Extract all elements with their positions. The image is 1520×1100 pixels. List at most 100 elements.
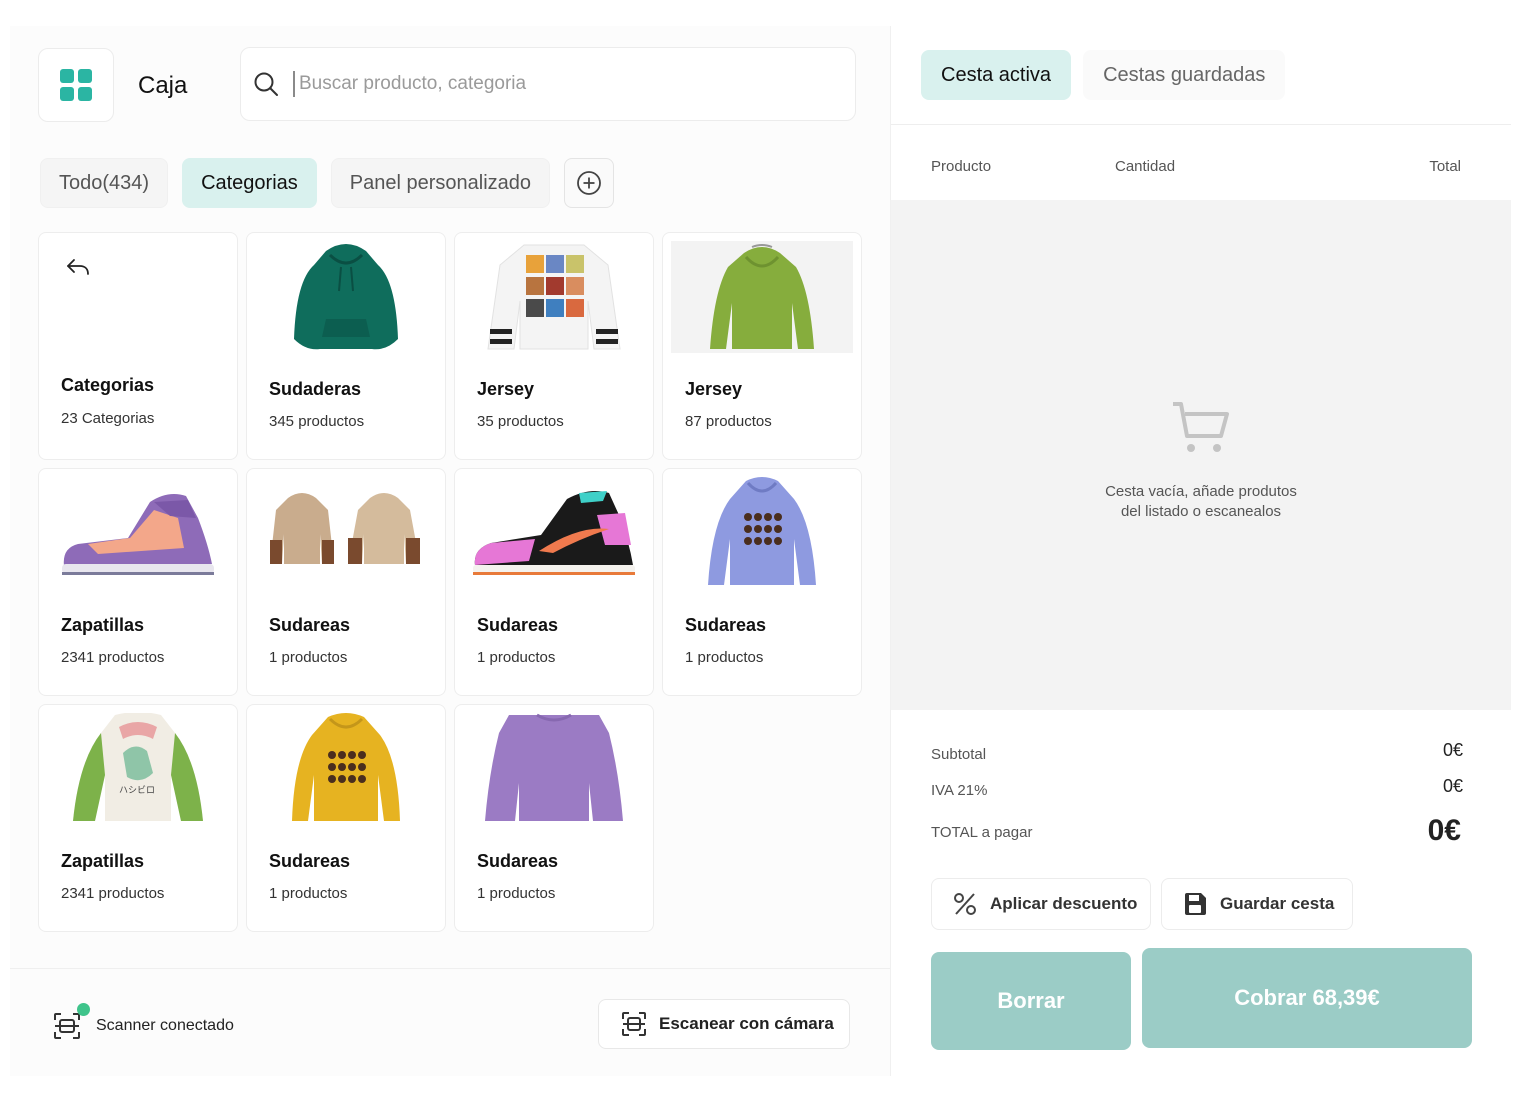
catalog-footer: Scanner conectado Escanear con cámara <box>10 968 890 1076</box>
column-header-product: Producto <box>931 158 992 175</box>
sneaker-black-pink-image <box>463 477 645 589</box>
column-header-quantity: Cantidad <box>1115 158 1176 175</box>
empty-cart-line2: del listado o escanealos <box>1120 503 1282 520</box>
card-name: Sudareas <box>477 851 559 871</box>
catalog-panel: Caja Todo(434) Categorias Panel personal… <box>10 26 890 1076</box>
category-card[interactable]: Sudareas 1 productos <box>246 704 446 932</box>
card-name: Sudareas <box>269 851 351 871</box>
barcode-scanner-icon <box>52 1003 90 1041</box>
save-cart-button[interactable]: Guardar cesta <box>1161 878 1353 930</box>
tax-label: IVA 21% <box>931 782 988 799</box>
search-icon <box>254 72 278 96</box>
tab-categories[interactable]: Categorias <box>182 158 317 208</box>
clear-button[interactable]: Borrar <box>931 952 1131 1050</box>
card-count: 1 productos <box>685 649 764 666</box>
category-card[interactable]: Sudaderas 345 productos <box>246 232 446 460</box>
tab-all[interactable]: Todo(434) <box>40 158 169 208</box>
shopping-cart-icon <box>1173 402 1229 452</box>
category-card[interactable]: Zapatillas 2341 productos <box>38 468 238 696</box>
tab-saved-carts[interactable]: Cestas guardadas <box>1083 50 1286 100</box>
svg-text:ハシビロ: ハシビロ <box>119 785 155 796</box>
category-card[interactable]: Sudareas 1 productos <box>454 704 654 932</box>
sweatshirt-white-print-image <box>463 241 645 353</box>
page-title: Caja <box>138 72 188 99</box>
hoodie-lavender-image <box>671 477 853 589</box>
add-tab-button[interactable] <box>564 158 615 208</box>
card-name: Sudareas <box>685 615 767 635</box>
card-name: Jersey <box>477 379 535 399</box>
cart-panel: Cesta activa Cestas guardadas Producto C… <box>890 26 1511 1076</box>
tax-row: IVA 21% 0€ <box>931 776 1463 812</box>
category-card[interactable]: Sudareas 1 productos <box>246 468 446 696</box>
apps-menu-button[interactable] <box>38 48 114 122</box>
sweater-purple-image <box>463 713 645 825</box>
category-card[interactable]: Jersey 35 productos <box>454 232 654 460</box>
card-count: 1 productos <box>477 649 556 666</box>
subtotal-value: 0€ <box>1442 740 1463 760</box>
apply-discount-button[interactable]: Aplicar descuento <box>931 878 1151 930</box>
card-name: Sudaderas <box>269 379 362 399</box>
scan-with-camera-label: Escanear con cámara <box>659 1014 834 1033</box>
category-card[interactable]: Sudareas 1 productos <box>454 468 654 696</box>
total-row: TOTAL a pagar 0€ <box>931 812 1463 862</box>
cart-items-area: Cesta vacía, añade produtos del listado … <box>891 200 1511 710</box>
total-value: 0€ <box>1427 814 1461 847</box>
connected-status-dot <box>77 1003 90 1016</box>
cart-totals: Subtotal 0€ IVA 21% 0€ TOTAL a pagar 0€ <box>931 740 1463 862</box>
card-count: 1 productos <box>477 885 556 902</box>
hoodie-teal-image <box>255 241 437 353</box>
empty-cart-message: Cesta vacía, añade produtos del listado … <box>891 400 1511 522</box>
camera-scan-icon <box>622 1012 646 1036</box>
search-bar[interactable] <box>240 47 856 121</box>
scanner-status: Scanner conectado <box>52 1003 234 1041</box>
tab-custom-panel[interactable]: Panel personalizado <box>330 158 551 208</box>
save-cart-label: Guardar cesta <box>1220 894 1335 913</box>
card-count: 1 productos <box>269 649 348 666</box>
category-card[interactable]: ハシビロ Zapatillas 2341 productos <box>38 704 238 932</box>
pos-app: Caja Todo(434) Categorias Panel personal… <box>10 26 1511 1076</box>
charge-button[interactable]: Cobrar 68,39€ <box>1142 948 1472 1048</box>
hoodie-dino-image: ハシビロ <box>47 713 229 825</box>
grid-icon <box>60 69 92 101</box>
sneaker-purple-image <box>47 477 229 589</box>
search-input[interactable] <box>293 71 813 97</box>
category-card[interactable]: Jersey 87 productos <box>662 232 862 460</box>
apply-discount-label: Aplicar descuento <box>990 894 1138 913</box>
save-icon <box>1185 893 1206 915</box>
column-header-total: Total <box>1429 158 1461 175</box>
card-name: Zapatillas <box>61 851 145 871</box>
category-card-back[interactable]: Categorias 23 Categorias <box>38 232 238 460</box>
divider <box>891 124 1511 125</box>
card-name: Categorias <box>61 375 155 395</box>
total-label: TOTAL a pagar <box>931 824 1033 841</box>
card-count: 1 productos <box>269 885 348 902</box>
card-count: 35 productos <box>477 413 564 430</box>
subtotal-label: Subtotal <box>931 746 987 763</box>
catalog-tabs: Todo(434) Categorias Panel personalizado <box>40 158 615 208</box>
card-count: 2341 productos <box>61 649 165 666</box>
cart-tabs: Cesta activa Cestas guardadas <box>921 50 1286 100</box>
percent-icon <box>954 893 976 915</box>
category-card[interactable]: Sudareas 1 productos <box>662 468 862 696</box>
card-name: Sudareas <box>477 615 559 635</box>
card-count: 2341 productos <box>61 885 165 902</box>
plus-circle-icon <box>577 171 601 195</box>
tax-value: 0€ <box>1442 776 1463 796</box>
card-count: 87 productos <box>685 413 772 430</box>
card-name: Sudareas <box>269 615 351 635</box>
hoodie-yellow-image <box>255 713 437 825</box>
back-arrow-icon <box>67 259 89 275</box>
empty-cart-line1: Cesta vacía, añade produtos <box>1105 483 1297 500</box>
category-grid: Categorias 23 Categorias Sudaderas 345 p… <box>38 232 864 932</box>
hoodie-green-image <box>671 241 853 353</box>
card-count: 345 productos <box>269 413 365 430</box>
card-count: 23 Categorias <box>61 410 155 427</box>
tab-active-cart[interactable]: Cesta activa <box>921 50 1072 100</box>
card-name: Jersey <box>685 379 743 399</box>
subtotal-row: Subtotal 0€ <box>931 740 1463 776</box>
scanner-status-label: Scanner conectado <box>96 1017 234 1034</box>
hoodies-beige-image <box>255 477 437 589</box>
cart-table-header: Producto Cantidad Total <box>931 158 1461 178</box>
scan-with-camera-button[interactable]: Escanear con cámara <box>598 999 850 1049</box>
card-name: Zapatillas <box>61 615 145 635</box>
